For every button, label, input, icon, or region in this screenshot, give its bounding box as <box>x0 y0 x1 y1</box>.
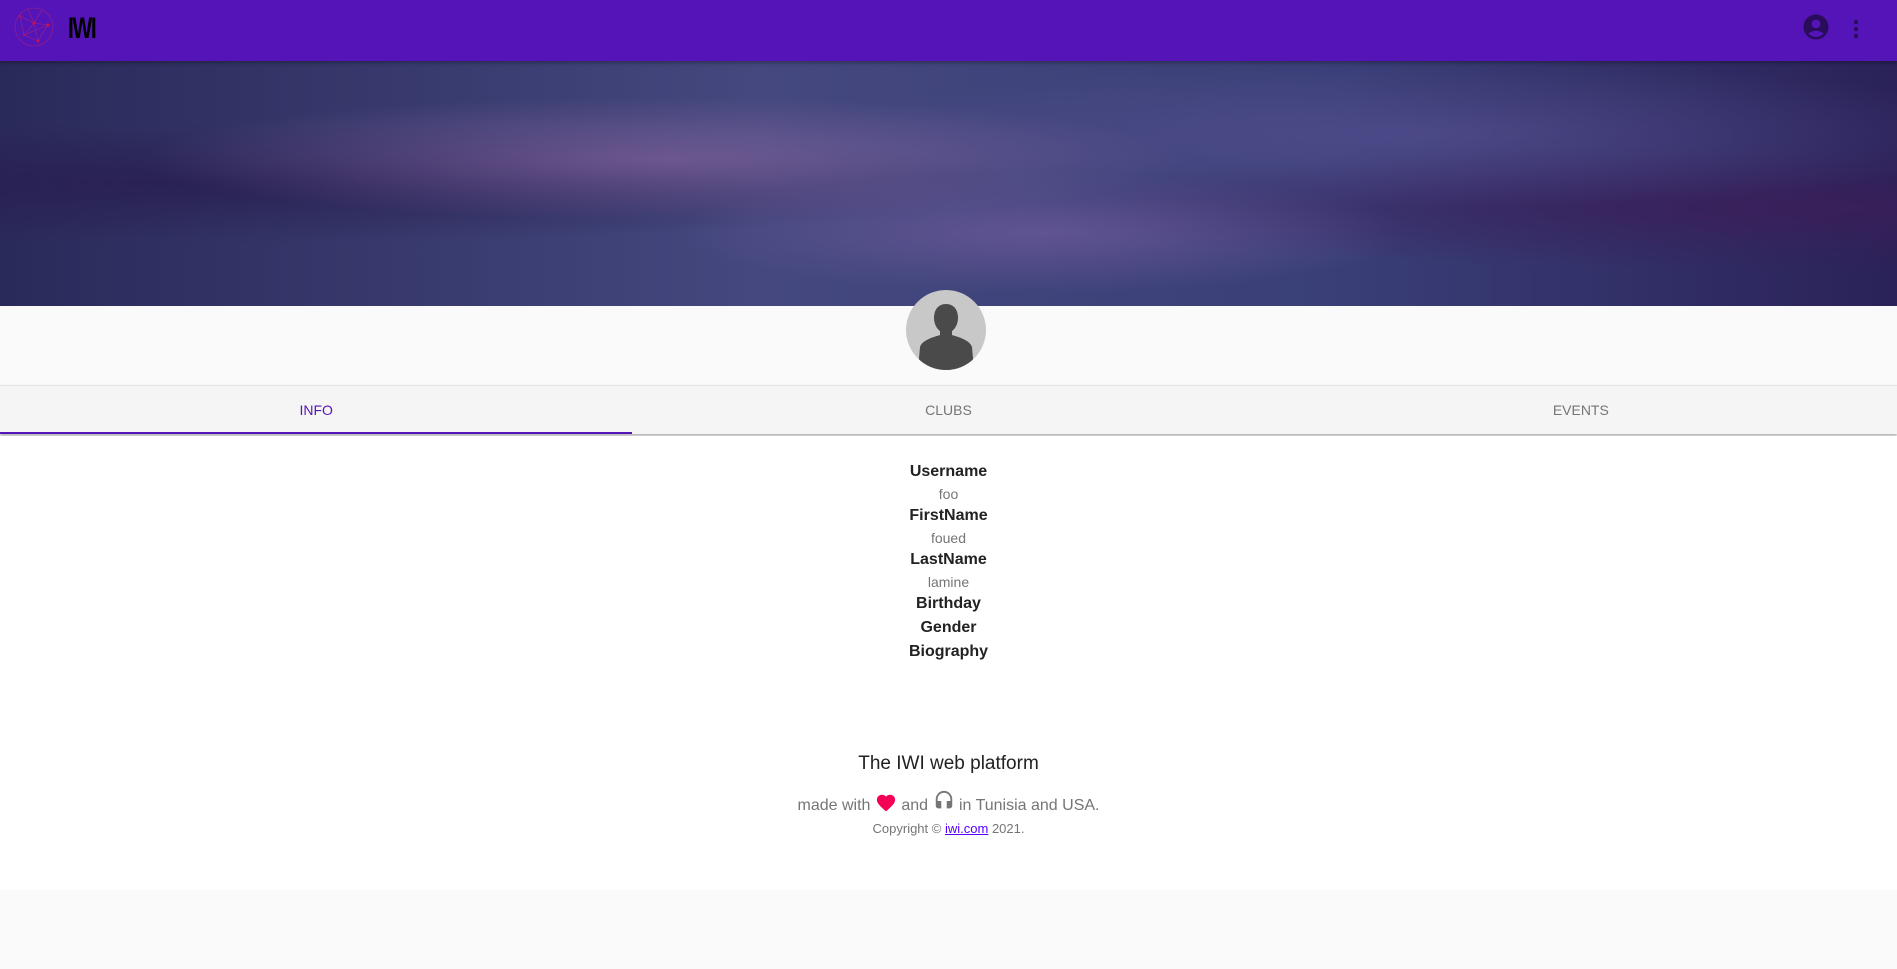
username-label: Username <box>909 463 988 480</box>
copyright-text: Copyright © <box>872 821 942 836</box>
footer-made-with: made with and in Tunisia and USA. <box>0 790 1897 815</box>
lastname-label: LastName <box>910 551 987 568</box>
iwi-link[interactable]: iwi.com <box>945 821 988 836</box>
lastname-value: lamine <box>927 574 970 590</box>
location-text: in Tunisia and USA. <box>958 797 1100 814</box>
globe-logo-icon[interactable] <box>8 5 60 49</box>
footer: The IWI web platform made with and in Tu… <box>0 752 1897 836</box>
account-circle-icon[interactable] <box>1801 12 1831 42</box>
firstname-value: foued <box>930 530 967 546</box>
avatar <box>906 290 986 370</box>
user-info: Username foo FirstName foued LastName la… <box>0 436 1897 664</box>
firstname-label: FirstName <box>909 507 988 524</box>
main-content: Username foo FirstName foued LastName la… <box>0 436 1897 890</box>
headphones-icon <box>935 790 952 809</box>
footer-copyright: Copyright © iwi.com 2021. <box>0 821 1897 836</box>
cover-banner <box>0 61 1897 306</box>
profile-tabs: INFO CLUBS EVENTS <box>0 385 1897 434</box>
logo-text[interactable]: IWI <box>68 12 97 46</box>
biography-label: Biography <box>908 643 989 660</box>
heart-icon <box>876 794 895 812</box>
and-text: and <box>901 797 929 814</box>
footer-title: The IWI web platform <box>858 753 1039 774</box>
made-with-text: made with <box>797 797 871 814</box>
person-silhouette-icon <box>918 304 974 370</box>
app-bar: IWI <box>0 0 1897 61</box>
gender-label: Gender <box>920 619 977 636</box>
birthday-label: Birthday <box>916 595 981 612</box>
more-vert-icon[interactable] <box>1852 18 1860 42</box>
tab-info[interactable]: INFO <box>0 386 633 434</box>
copyright-year: 2021. <box>991 821 1025 836</box>
username-value: foo <box>938 486 959 502</box>
tab-events[interactable]: EVENTS <box>1265 386 1897 434</box>
tab-clubs[interactable]: CLUBS <box>632 386 1264 434</box>
